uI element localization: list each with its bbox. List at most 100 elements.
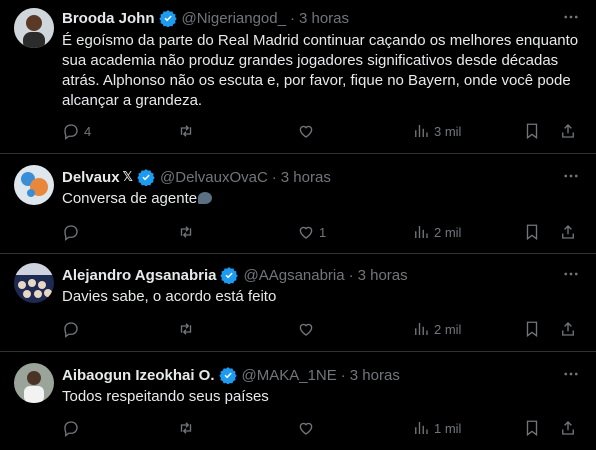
tweet-text: Davies sabe, o acordo está feito [62,288,277,305]
more-options-icon[interactable] [562,365,580,383]
verified-badge-icon [137,168,155,186]
reply-tweet[interactable]: Brooda John @Nigeriangod_ · 3 horas É eg… [0,0,596,154]
avatar-photo [14,363,54,403]
reply-tweet[interactable]: Aibaogun Izeokhai O. @MAKA_1NE · 3 horas… [0,353,596,450]
avatar[interactable] [14,263,54,303]
retweet-icon [180,323,192,335]
bookmark-icon [526,123,538,140]
like-button[interactable] [297,319,315,339]
avatar[interactable] [14,363,54,403]
reply-icon [64,322,78,338]
views-chart-icon [415,125,428,137]
tweet-header: Aibaogun Izeokhai O. @MAKA_1NE · 3 horas [62,365,556,385]
action-bar: 1 mil [54,418,588,438]
retweet-icon [180,125,192,137]
tweet-text: Conversa de agente [62,189,580,209]
tweet-header: Brooda John @Nigeriangod_ · 3 horas [62,8,556,28]
views-count: 3 mil [434,123,462,139]
reply-count: 4 [84,123,92,139]
display-name[interactable]: Aibaogun Izeokhai O. [62,367,215,384]
reply-icon [64,225,78,241]
views-chart-icon [415,323,428,335]
reply-button[interactable]: 4 [62,121,91,141]
more-options-icon[interactable] [562,167,580,185]
views-button[interactable]: 2 mil [412,222,461,242]
bookmark-button[interactable] [523,418,541,438]
share-button[interactable] [559,418,577,438]
bookmark-button[interactable] [523,222,541,242]
heart-icon [299,226,313,239]
tweet-header: Alejandro Agsanabria @AAgsanabria · 3 ho… [62,265,556,285]
replies-feed: Brooda John @Nigeriangod_ · 3 horas É eg… [0,0,596,450]
more-options-icon[interactable] [562,265,580,283]
display-name[interactable]: Brooda John [62,10,155,27]
bookmark-button[interactable] [523,121,541,141]
retweet-button[interactable] [177,121,195,141]
avatar[interactable] [14,165,54,205]
tweet-text: É egoísmo da parte do Real Madrid contin… [62,32,579,109]
timestamp[interactable]: 3 horas [299,10,349,27]
views-count: 1 mil [434,420,462,436]
views-count: 2 mil [434,224,462,240]
x-logo-icon: 𝕏 [122,169,134,184]
reply-tweet[interactable]: Alejandro Agsanabria @AAgsanabria · 3 ho… [0,255,596,352]
display-name[interactable]: Alejandro Agsanabria [62,267,216,284]
verified-badge-icon [158,9,177,27]
retweet-button[interactable] [177,319,195,339]
tweet-text-content: Conversa de agente [62,190,198,207]
timestamp[interactable]: 3 horas [358,267,408,284]
action-bar: 2 mil [54,319,588,339]
views-chart-icon [415,226,428,238]
verified-badge-icon [220,266,239,284]
reply-button[interactable] [62,418,80,438]
views-count: 2 mil [434,321,462,337]
user-handle[interactable]: @AAgsanabria [243,267,344,284]
like-button[interactable] [297,418,315,438]
reply-icon [64,124,78,140]
speech-bubble-emoji-icon [198,192,213,204]
like-button[interactable] [297,121,315,141]
timestamp[interactable]: 3 horas [281,169,331,186]
reply-button[interactable] [62,319,80,339]
avatar[interactable] [14,8,54,48]
action-bar: 4 3 mil [54,121,588,141]
timestamp[interactable]: 3 horas [350,367,400,384]
avatar-photo [14,8,54,48]
retweet-button[interactable] [177,222,195,242]
retweet-icon [180,422,192,434]
display-name[interactable]: Delvaux [62,169,120,186]
like-button[interactable]: 1 [297,222,326,242]
heart-icon [299,323,313,336]
bookmark-icon [526,321,538,338]
bookmark-button[interactable] [523,319,541,339]
heart-icon [299,125,313,138]
share-button[interactable] [559,319,577,339]
share-icon [562,322,574,336]
tweet-text: Todos respeitando seus países [62,388,269,405]
user-handle[interactable]: @MAKA_1NE [242,367,337,384]
share-button[interactable] [559,222,577,242]
separator-dot: · [271,168,277,186]
user-handle[interactable]: @Nigeriangod_ [182,10,286,27]
reply-tweet[interactable]: Delvaux 𝕏 @DelvauxOvaC · 3 horas Convers… [0,155,596,254]
more-options-icon[interactable] [562,8,580,26]
avatar-photo [14,263,54,303]
views-button[interactable]: 3 mil [412,121,461,141]
reply-button[interactable] [62,222,80,242]
views-chart-icon [415,422,428,434]
user-handle[interactable]: @DelvauxOvaC [160,169,268,186]
bookmark-icon [526,224,538,241]
heart-icon [299,422,313,435]
views-button[interactable]: 1 mil [412,418,461,438]
retweet-icon [180,226,192,238]
separator-dot: · [340,366,346,384]
action-bar: 1 2 mil [54,222,588,242]
retweet-button[interactable] [177,418,195,438]
reply-icon [64,421,78,437]
views-button[interactable]: 2 mil [412,319,461,339]
share-icon [562,225,574,239]
share-button[interactable] [559,121,577,141]
like-count: 1 [319,224,327,240]
bookmark-icon [526,420,538,437]
avatar-photo [14,165,54,205]
